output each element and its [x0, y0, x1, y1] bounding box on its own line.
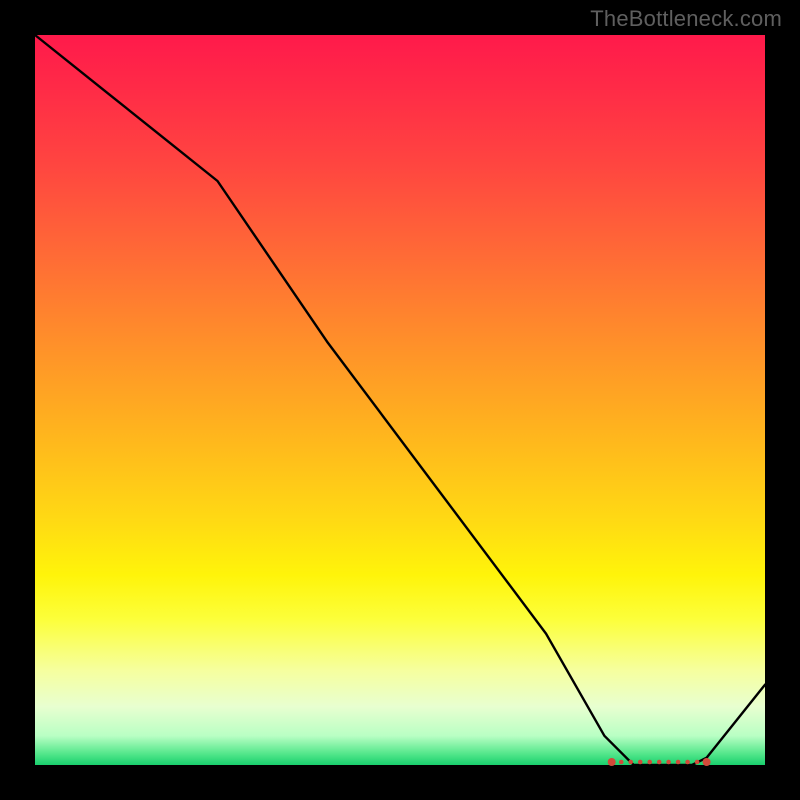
- min-marker-dot: [657, 760, 662, 765]
- min-marker-dot: [666, 760, 671, 765]
- min-marker-dot: [703, 758, 711, 766]
- min-marker-dot: [647, 760, 652, 765]
- min-marker-dot: [676, 760, 681, 765]
- chart-frame: TheBottleneck.com: [0, 0, 800, 800]
- watermark-text: TheBottleneck.com: [590, 6, 782, 32]
- bottleneck-line-chart: [35, 35, 765, 765]
- min-marker-dot: [628, 760, 633, 765]
- plot-area: [35, 35, 765, 765]
- min-marker-dot: [685, 760, 690, 765]
- bottleneck-curve-path: [35, 35, 765, 765]
- min-marker-dot: [695, 760, 700, 765]
- min-marker-dot: [638, 760, 643, 765]
- min-marker-dot: [608, 758, 616, 766]
- min-marker-dot: [619, 760, 624, 765]
